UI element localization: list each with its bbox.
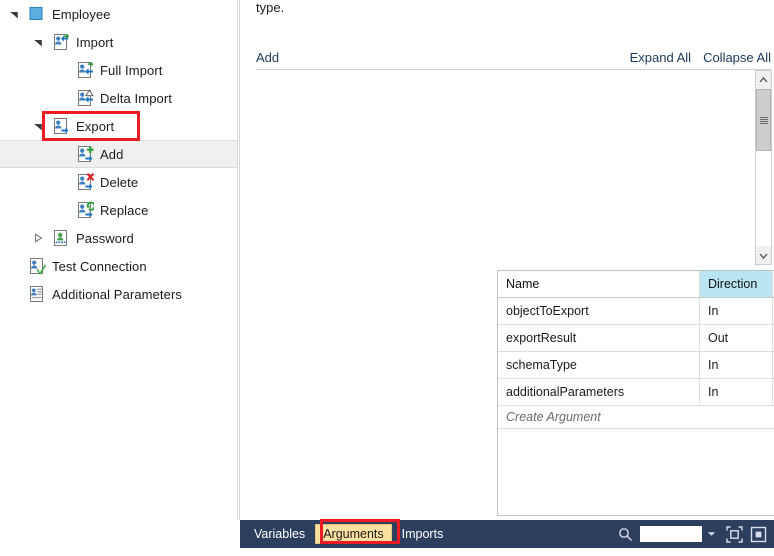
tree-item-label: Export — [76, 118, 115, 134]
argument-name-cell[interactable]: exportResult — [498, 325, 700, 351]
tree-item-delete[interactable]: Delete — [0, 168, 237, 196]
chevron-down-icon[interactable] — [30, 118, 46, 134]
blue-square-icon — [28, 5, 46, 23]
create-argument-row[interactable]: Create Argument — [498, 406, 774, 429]
tree-item-label: Delete — [100, 174, 139, 190]
tree-item-label: Import — [76, 34, 114, 50]
argument-direction-cell[interactable]: In — [700, 352, 773, 378]
scrollbar-track[interactable] — [756, 151, 771, 246]
tree-expander-placeholder — [54, 62, 70, 78]
expand-all-link[interactable]: Expand All — [630, 50, 691, 65]
tab-arguments[interactable]: Arguments — [315, 524, 392, 544]
collapse-all-link[interactable]: Collapse All — [703, 50, 771, 65]
table-row[interactable]: schemaTypeInSchemaTypeEnter a VB express… — [498, 352, 774, 379]
designer-hint-text: type. — [256, 0, 285, 15]
chevron-down-icon[interactable] — [702, 526, 720, 542]
scroll-down-icon[interactable] — [756, 247, 771, 264]
delta-import-icon — [76, 89, 94, 107]
column-header-direction[interactable]: Direction — [700, 271, 773, 297]
import-step-icon — [52, 33, 70, 51]
tree-item-label: Add — [100, 146, 124, 162]
arguments-grid-header: Name Direction Argument type Default val… — [498, 271, 774, 298]
scrollbar-thumb[interactable] — [756, 89, 771, 151]
canvas-vertical-scrollbar[interactable] — [755, 70, 772, 265]
table-row[interactable]: exportResultOutCSEntryChangeResDefault v… — [498, 325, 774, 352]
tab-variables[interactable]: Variables — [246, 524, 313, 544]
tree-item-label: Delta Import — [100, 90, 173, 106]
zoom-to-fit-icon[interactable] — [724, 524, 744, 544]
scrollbar-grip-icon — [759, 116, 768, 124]
export-delete-icon — [76, 173, 95, 191]
tree-item-employee[interactable]: Employee — [0, 0, 237, 28]
argument-name-cell[interactable]: schemaType — [498, 352, 700, 378]
scroll-up-icon[interactable] — [756, 71, 771, 88]
designer-add-link[interactable]: Add — [256, 50, 279, 65]
chevron-right-icon[interactable] — [30, 230, 46, 246]
workflow-designer-pane: type. Add Expand All Collapse All Name D… — [240, 0, 774, 556]
left-pane-footer-fill — [0, 520, 240, 556]
argument-direction-cell[interactable]: In — [700, 298, 773, 324]
tree-item-add[interactable]: Add — [0, 140, 237, 168]
tree-item-label: Employee — [52, 6, 111, 22]
argument-name-cell[interactable]: objectToExport — [498, 298, 700, 324]
chevron-down-icon[interactable] — [6, 6, 22, 22]
tree-expander-placeholder — [54, 202, 70, 218]
tree-expander-placeholder — [54, 146, 70, 162]
tree-item-password[interactable]: Password — [0, 224, 237, 252]
argument-name-cell[interactable]: additionalParameters — [498, 379, 700, 405]
column-header-name[interactable]: Name — [498, 271, 700, 297]
tree-item-label: Replace — [100, 202, 149, 218]
search-input[interactable] — [640, 526, 702, 542]
tree-expander-placeholder — [54, 90, 70, 106]
export-step-icon — [52, 117, 70, 135]
full-import-icon — [76, 61, 94, 79]
tree-item-label: Full Import — [100, 62, 163, 78]
magnifier-icon[interactable] — [618, 527, 633, 542]
navigation-tree[interactable]: Employee Import Full Import Delta Import Exp… — [0, 0, 237, 556]
tree-item-label: Test Connection — [52, 258, 147, 274]
overview-icon[interactable] — [748, 524, 768, 544]
table-row[interactable]: objectToExportInCSEntryChangeEnter a VB … — [498, 298, 774, 325]
tree-expander-placeholder — [6, 286, 22, 302]
tree-item-full-import[interactable]: Full Import — [0, 56, 237, 84]
activity-toolbar: Add Expand All Collapse All — [256, 46, 771, 70]
tree-item-replace[interactable]: Replace — [0, 196, 237, 224]
test-connection-icon — [28, 257, 46, 275]
tree-item-additional-parameters[interactable]: Additional Parameters — [0, 280, 237, 308]
table-row[interactable]: additionalParametersInKeyedCollection<SE… — [498, 379, 774, 406]
arguments-grid[interactable]: Name Direction Argument type Default val… — [497, 270, 774, 516]
tree-item-test-connection[interactable]: Test Connection — [0, 252, 237, 280]
tree-item-label: Password — [76, 230, 134, 246]
argument-direction-cell[interactable]: In — [700, 379, 773, 405]
chevron-down-icon[interactable] — [30, 34, 46, 50]
tree-expander-placeholder — [54, 174, 70, 190]
designer-status-bar: Variables Arguments Imports — [240, 520, 774, 548]
designer-canvas[interactable] — [240, 70, 774, 265]
argument-direction-cell[interactable]: Out — [700, 325, 773, 351]
additional-params-icon — [28, 285, 46, 303]
status-bar-underline — [240, 548, 774, 556]
arguments-grid-body: objectToExportInCSEntryChangeEnter a VB … — [498, 298, 774, 406]
tree-item-label: Additional Parameters — [52, 286, 182, 302]
tree-item-delta-import[interactable]: Delta Import — [0, 84, 237, 112]
tree-item-export[interactable]: Export — [0, 112, 237, 140]
export-add-icon — [76, 145, 94, 163]
password-icon — [52, 229, 70, 247]
tab-imports[interactable]: Imports — [394, 524, 452, 544]
tree-expander-placeholder — [6, 258, 22, 274]
export-replace-icon — [76, 201, 96, 219]
tree-item-import[interactable]: Import — [0, 28, 237, 56]
